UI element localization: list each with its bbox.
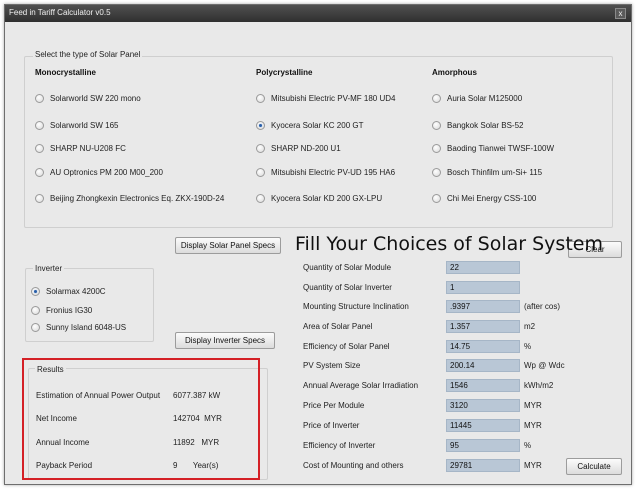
form-label-price-inverter: Price of Inverter bbox=[303, 421, 360, 430]
inverter-option-solarmax[interactable]: Solarmax 4200C bbox=[31, 285, 106, 297]
annual-power-output-label: Estimation of Annual Power Output bbox=[36, 391, 161, 400]
form-title: Fill Your Choices of Solar System bbox=[295, 233, 603, 255]
form-label-pv-system-size: PV System Size bbox=[303, 361, 361, 370]
area-panel-unit: m2 bbox=[524, 322, 536, 331]
panel-option-kyocera-kc200gt[interactable]: Kyocera Solar KC 200 GT bbox=[256, 119, 363, 131]
panel-option-mitsubishi-mf180[interactable]: Mitsubishi Electric PV-MF 180 UD4 bbox=[256, 92, 395, 104]
form-label-mounting-inclination: Mounting Structure Inclination bbox=[303, 302, 409, 311]
display-panel-specs-button[interactable]: Display Solar Panel Specs bbox=[175, 237, 281, 254]
panel-option-solarworld-sw165[interactable]: Solarworld SW 165 bbox=[35, 119, 118, 131]
title-bar[interactable]: Feed in Tariff Calculator v0.5 x bbox=[5, 5, 631, 22]
price-module-unit: MYR bbox=[524, 401, 542, 410]
quantity-inverter-field[interactable]: 1 bbox=[446, 281, 520, 294]
price-inverter-field[interactable]: 11445 bbox=[446, 419, 520, 432]
form-label-cost-mounting: Cost of Mounting and others bbox=[303, 461, 404, 470]
form-label-efficiency-panel: Efficiency of Solar Panel bbox=[303, 342, 390, 351]
radio-icon bbox=[432, 193, 441, 203]
form-label-efficiency-inverter: Efficiency of Inverter bbox=[303, 441, 376, 450]
panel-option-baoding-twsf[interactable]: Baoding Tianwei TWSF-100W bbox=[432, 142, 554, 154]
panel-option-solarworld-sw220[interactable]: Solarworld SW 220 mono bbox=[35, 92, 141, 104]
inverter-option-sunny-island[interactable]: Sunny Island 6048-US bbox=[31, 321, 126, 333]
annual-income-label: Annual Income bbox=[36, 438, 90, 447]
efficiency-inverter-field[interactable]: 95 bbox=[446, 439, 520, 452]
radio-icon bbox=[35, 143, 44, 153]
panel-option-bangkok-bs52[interactable]: Bangkok Solar BS-52 bbox=[432, 119, 524, 131]
radio-icon bbox=[256, 193, 265, 203]
payback-period-value: 9 Year(s) bbox=[173, 461, 219, 470]
form-label-price-module: Price Per Module bbox=[303, 401, 365, 410]
display-inverter-specs-button[interactable]: Display Inverter Specs bbox=[175, 332, 275, 349]
radio-icon bbox=[35, 120, 44, 130]
radio-icon bbox=[35, 193, 44, 203]
solar-irradiation-unit: kWh/m2 bbox=[524, 381, 554, 390]
net-income-value: 142704 MYR bbox=[173, 414, 222, 423]
efficiency-panel-field[interactable]: 14.75 bbox=[446, 340, 520, 353]
form-label-solar-irradiation: Annual Average Solar Irradiation bbox=[303, 381, 419, 390]
mounting-inclination-field[interactable]: .9397 bbox=[446, 300, 520, 313]
cost-mounting-field[interactable]: 29781 bbox=[446, 459, 520, 472]
form-label-quantity-module: Quantity of Solar Module bbox=[303, 263, 392, 272]
close-icon[interactable]: x bbox=[615, 8, 626, 19]
radio-icon bbox=[256, 143, 265, 153]
amorphous-heading: Amorphous bbox=[432, 68, 477, 77]
mounting-inclination-unit: (after cos) bbox=[524, 302, 561, 311]
panel-option-au-optronics[interactable]: AU Optronics PM 200 M00_200 bbox=[35, 166, 163, 178]
radio-icon bbox=[432, 93, 441, 103]
panel-option-sharp-nd200[interactable]: SHARP ND-200 U1 bbox=[256, 142, 341, 154]
radio-selected-icon bbox=[31, 286, 40, 296]
efficiency-panel-unit: % bbox=[524, 342, 532, 351]
net-income-label: Net Income bbox=[36, 414, 77, 423]
radio-icon bbox=[35, 167, 44, 177]
calculate-button[interactable]: Calculate bbox=[566, 458, 622, 475]
payback-period-label: Payback Period bbox=[36, 461, 93, 470]
quantity-module-field[interactable]: 22 bbox=[446, 261, 520, 274]
price-module-field[interactable]: 3120 bbox=[446, 399, 520, 412]
area-panel-field[interactable]: 1.357 bbox=[446, 320, 520, 333]
panel-option-bosch-thinfilm[interactable]: Bosch Thinfilm um-Si+ 115 bbox=[432, 166, 542, 178]
monocrystalline-heading: Monocrystalline bbox=[35, 68, 96, 77]
radio-icon bbox=[432, 120, 441, 130]
window-title: Feed in Tariff Calculator v0.5 bbox=[9, 8, 111, 17]
inverter-option-fronius[interactable]: Fronius IG30 bbox=[31, 304, 92, 316]
radio-icon bbox=[432, 167, 441, 177]
radio-icon bbox=[31, 322, 40, 332]
radio-icon bbox=[432, 143, 441, 153]
inverter-group-label: Inverter bbox=[33, 264, 65, 273]
form-label-quantity-inverter: Quantity of Solar Inverter bbox=[303, 283, 392, 292]
panel-option-mitsubishi-ud195[interactable]: Mitsubishi Electric PV-UD 195 HA6 bbox=[256, 166, 395, 178]
panel-option-chi-mei-css100[interactable]: Chi Mei Energy CSS-100 bbox=[432, 192, 536, 204]
pv-system-size-field[interactable]: 200.14 bbox=[446, 359, 520, 372]
price-inverter-unit: MYR bbox=[524, 421, 542, 430]
panel-option-kyocera-kd200[interactable]: Kyocera Solar KD 200 GX-LPU bbox=[256, 192, 382, 204]
solar-panel-group-label: Select the type of Solar Panel bbox=[33, 50, 143, 59]
cost-mounting-unit: MYR bbox=[524, 461, 542, 470]
pv-system-size-unit: Wp @ Wdc bbox=[524, 361, 565, 370]
solar-irradiation-field[interactable]: 1546 bbox=[446, 379, 520, 392]
radio-icon bbox=[35, 93, 44, 103]
radio-icon bbox=[256, 167, 265, 177]
radio-selected-icon bbox=[256, 120, 265, 130]
radio-icon bbox=[256, 93, 265, 103]
panel-option-sharp-nu-u208[interactable]: SHARP NU-U208 FC bbox=[35, 142, 126, 154]
polycrystalline-heading: Polycrystalline bbox=[256, 68, 313, 77]
annual-power-output-value: 6077.387 kW bbox=[173, 391, 221, 400]
radio-icon bbox=[31, 305, 40, 315]
annual-income-value: 11892 MYR bbox=[173, 438, 220, 447]
panel-option-beijing-zhongkexin[interactable]: Beijing Zhongkexin Electronics Eq. ZKX-1… bbox=[35, 192, 224, 204]
efficiency-inverter-unit: % bbox=[524, 441, 532, 450]
panel-option-auria-m125000[interactable]: Auria Solar M125000 bbox=[432, 92, 522, 104]
form-label-area-panel: Area of Solar Panel bbox=[303, 322, 373, 331]
